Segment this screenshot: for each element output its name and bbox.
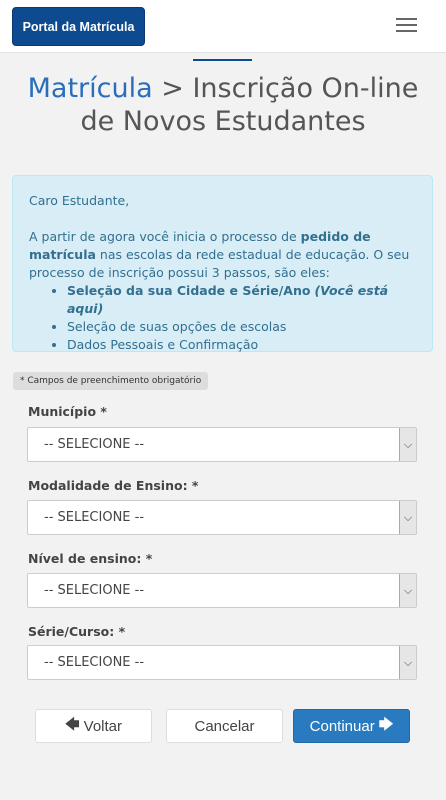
serie-label: Série/Curso: * (28, 624, 126, 639)
hamburger-line (396, 30, 417, 32)
modalidade-selected-value: -- SELECIONE -- (44, 510, 145, 525)
nivel-label: Nível de ensino: * (28, 551, 153, 566)
municipio-label: Município * (28, 404, 107, 419)
step-item: Seleção de suas opções de escolas (67, 318, 416, 336)
page-title-line1: Inscrição On-line (192, 73, 419, 104)
cancel-button-label: Cancelar (194, 717, 255, 735)
continue-button[interactable]: Continuar 🡆 (293, 709, 410, 743)
title-accent-rule (193, 59, 252, 61)
back-button[interactable]: 🡄 Voltar (35, 709, 152, 743)
serie-select[interactable]: -- SELECIONE -- ⌵ (27, 645, 417, 680)
page-title: Matrícula > Inscrição On-line de Novos E… (0, 72, 446, 138)
municipio-select[interactable]: -- SELECIONE -- ⌵ (27, 427, 417, 462)
alert-intro-text: A partir de agora você inicia o processo… (29, 229, 301, 244)
nivel-select[interactable]: -- SELECIONE -- ⌵ (27, 573, 417, 608)
page-title-line2: de Novos Estudantes (80, 106, 366, 137)
required-fields-badge: * Campos de preenchimento obrigatório (13, 372, 209, 390)
modalidade-select[interactable]: -- SELECIONE -- ⌵ (27, 500, 417, 535)
hamburger-line (396, 18, 417, 20)
nivel-selected-value: -- SELECIONE -- (44, 583, 145, 598)
alert-greeting: Caro Estudante, (29, 193, 130, 208)
chevron-down-icon[interactable]: ⌵ (399, 646, 416, 679)
breadcrumb-link-matricula[interactable]: Matrícula (28, 73, 153, 104)
hamburger-menu-icon[interactable] (394, 15, 420, 35)
chevron-down-icon[interactable]: ⌵ (399, 501, 416, 534)
serie-selected-value: -- SELECIONE -- (44, 655, 145, 670)
brand-logo-button[interactable]: Portal da Matrícula (12, 7, 145, 46)
continue-button-label: Continuar (309, 717, 375, 735)
breadcrumb-separator: > (161, 73, 184, 104)
step-1-label: Seleção da sua Cidade e Série/Ano (67, 283, 311, 298)
top-navbar: Portal da Matrícula (0, 0, 446, 53)
back-button-label: Voltar (83, 717, 122, 735)
modalidade-label: Modalidade de Ensino: * (28, 478, 199, 493)
municipio-selected-value: -- SELECIONE -- (44, 437, 145, 452)
step-item: Dados Pessoais e Confirmação (67, 336, 416, 354)
cancel-button[interactable]: Cancelar (166, 709, 283, 743)
chevron-down-icon[interactable]: ⌵ (399, 574, 416, 607)
arrow-right-icon: 🡆 (378, 716, 394, 732)
step-item: Seleção da sua Cidade e Série/Ano (Você … (67, 282, 416, 318)
info-alert: Caro Estudante, A partir de agora você i… (12, 175, 433, 352)
arrow-left-icon: 🡄 (65, 716, 80, 732)
alert-intro: A partir de agora você inicia o processo… (29, 228, 416, 282)
steps-list: Seleção da sua Cidade e Série/Ano (Você … (67, 282, 416, 354)
chevron-down-icon[interactable]: ⌵ (399, 428, 416, 461)
hamburger-line (396, 24, 417, 26)
